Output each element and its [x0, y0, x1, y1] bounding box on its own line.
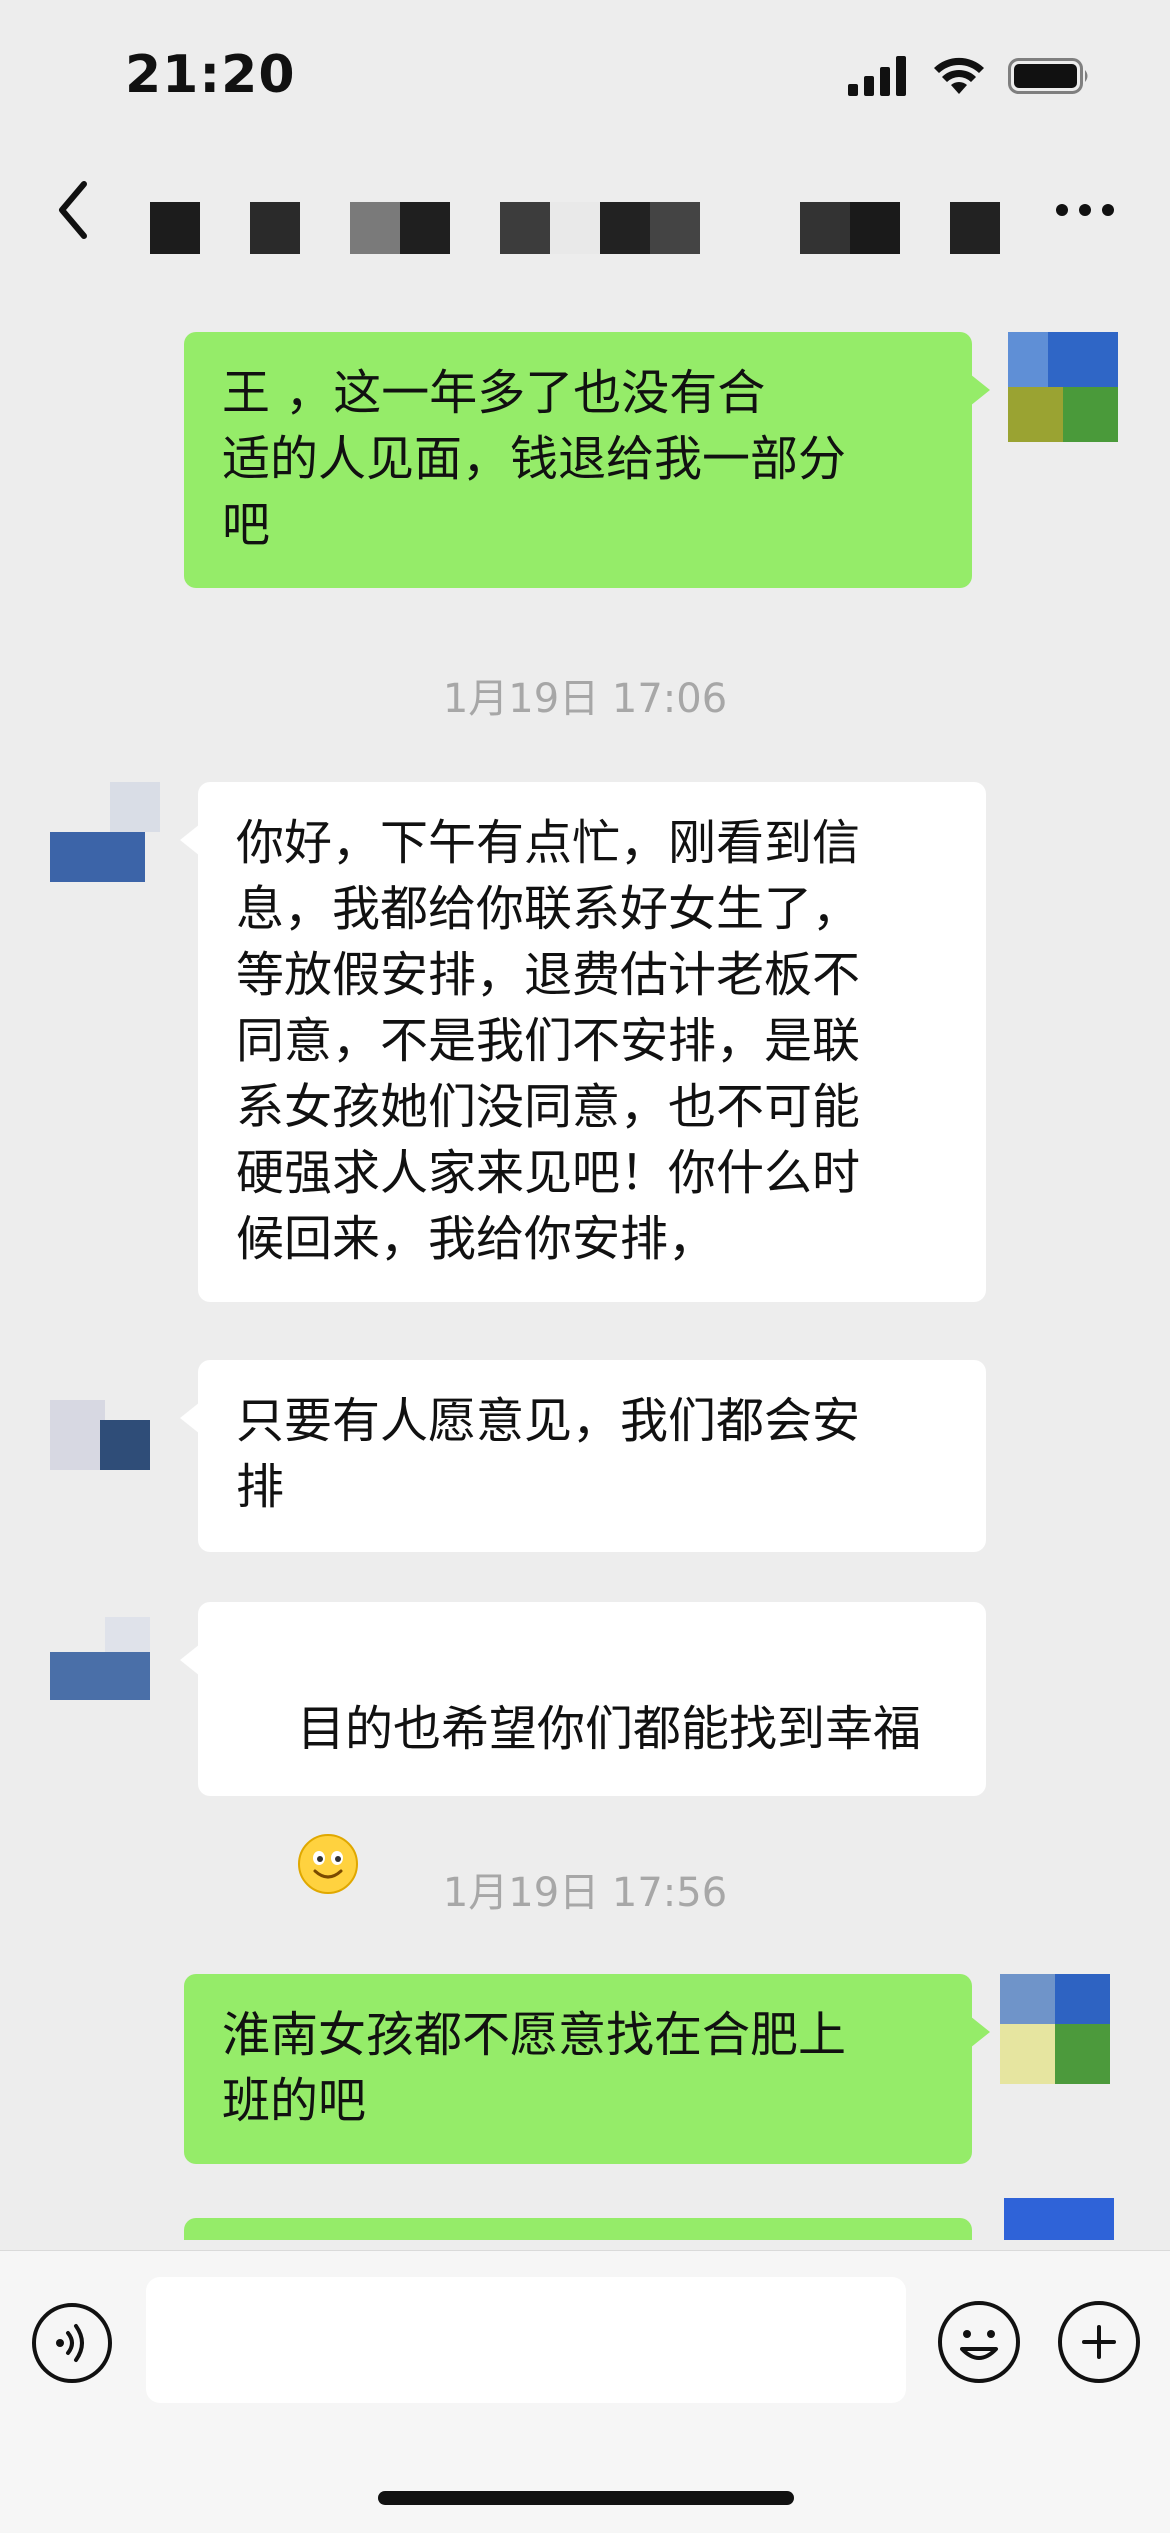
wifi-icon [934, 57, 984, 94]
message-timestamp: 1月19日 17:56 [442, 1870, 728, 1916]
contact-avatar[interactable] [50, 782, 160, 892]
home-indicator [378, 2491, 794, 2505]
my-avatar-image [1000, 1974, 1110, 2084]
battery-icon [1008, 58, 1088, 94]
message-input[interactable] [146, 2277, 906, 2403]
contact-avatar[interactable] [50, 1602, 160, 1712]
status-icons [848, 56, 1092, 96]
my-message-bubble-partial[interactable] [184, 2218, 972, 2240]
my-avatar[interactable] [1004, 2198, 1114, 2240]
message-list[interactable]: 王 ，这一年多了也没有合 适的人见面，钱退给我一部分 吧 1月19日 17:06… [0, 270, 1170, 2240]
my-avatar[interactable] [1008, 332, 1118, 442]
contact-avatar-image [50, 1360, 160, 1470]
contact-message-bubble[interactable]: 你好，下午有点忙，刚看到信 息，我都给你联系好女生了， 等放假安排，退费估计老板… [180, 782, 986, 1302]
my-avatar-image [1008, 332, 1118, 442]
message-timestamp: 1月19日 17:06 [442, 676, 728, 722]
signal-icon [848, 56, 906, 96]
contact-message-bubble[interactable]: 只要有人愿意见，我们都会安 排 [180, 1360, 986, 1552]
status-time: 21:20 [125, 45, 296, 105]
input-bar [0, 2250, 1170, 2533]
contact-message-bubble[interactable]: 目的也希望你们都能找到幸福 [180, 1602, 986, 1894]
chat-title-obscured [0, 150, 1170, 270]
voice-icon[interactable] [30, 2301, 114, 2385]
status-bar: 21:20 [0, 0, 1170, 150]
more-icon[interactable] [1050, 190, 1120, 230]
my-message-bubble[interactable]: 王 ，这一年多了也没有合 适的人见面，钱退给我一部分 吧 [184, 332, 990, 588]
plus-icon[interactable] [1056, 2299, 1142, 2385]
my-avatar[interactable] [1000, 1974, 1110, 2084]
contact-avatar[interactable] [50, 1360, 160, 1470]
my-avatar-image [1004, 2198, 1114, 2240]
emoji-icon[interactable] [936, 2299, 1022, 2385]
message-text: 目的也希望你们都能找到幸福 [297, 1701, 922, 1757]
my-message-bubble[interactable]: 淮南女孩都不愿意找在合肥上 班的吧 [184, 1974, 990, 2164]
contact-avatar-image [50, 1602, 160, 1712]
chat-header [0, 150, 1170, 270]
contact-avatar-image [50, 782, 160, 892]
